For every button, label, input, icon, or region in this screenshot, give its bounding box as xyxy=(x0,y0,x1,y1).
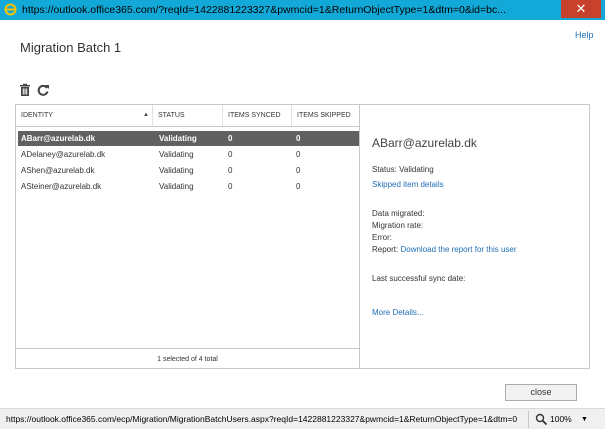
row-items-skipped: 0 xyxy=(296,134,301,143)
row-status: Validating xyxy=(159,182,194,191)
page-title: Migration Batch 1 xyxy=(20,40,122,55)
details-report-label: Report: xyxy=(372,245,399,254)
window-titlebar: https://outlook.office365.com/?reqId=142… xyxy=(0,0,605,20)
row-items-synced: 0 xyxy=(228,182,233,191)
details-user-name: ABarr@azurelab.dk xyxy=(372,136,477,150)
sort-ascending-icon: ▲ xyxy=(143,112,149,118)
window-close-button[interactable]: ✕ xyxy=(561,0,601,18)
zoom-control[interactable]: 100% ▼ xyxy=(528,411,605,428)
row-items-skipped: 0 xyxy=(296,166,301,175)
column-header-identity-label: IDENTITY xyxy=(21,112,53,119)
magnifier-icon xyxy=(535,413,548,426)
details-error: Error: xyxy=(372,233,392,242)
table-row[interactable]: ASteiner@azurelab.dk Validating 0 0 xyxy=(18,179,359,194)
row-identity: ABarr@azurelab.dk xyxy=(21,134,96,143)
download-report-link[interactable]: Download the report for this user xyxy=(400,245,516,254)
column-header-items-synced[interactable]: ITEMS SYNCED xyxy=(223,105,292,126)
details-data-migrated: Data migrated: xyxy=(372,209,425,218)
details-status: Status: Validating xyxy=(372,165,434,174)
zoom-level: 100% xyxy=(550,414,572,424)
more-details-link[interactable]: More Details... xyxy=(372,308,424,317)
toolbar xyxy=(18,83,58,97)
row-items-synced: 0 xyxy=(228,134,233,143)
refresh-icon[interactable] xyxy=(36,83,50,97)
ie-icon xyxy=(4,3,17,16)
details-migration-rate: Migration rate: xyxy=(372,221,424,230)
row-items-synced: 0 xyxy=(228,166,233,175)
column-header-status[interactable]: STATUS xyxy=(153,105,223,126)
grid-selection-count: 1 selected of 4 total xyxy=(16,348,359,369)
table-row[interactable]: ABarr@azurelab.dk Validating 0 0 xyxy=(18,131,359,146)
migration-users-grid: IDENTITY ▲ STATUS ITEMS SYNCED ITEMS SKI… xyxy=(15,104,360,369)
row-status: Validating xyxy=(159,150,194,159)
details-last-sync: Last successful sync date: xyxy=(372,274,466,283)
status-url: https://outlook.office365.com/ecp/Migrat… xyxy=(6,414,518,424)
details-pane: ABarr@azurelab.dk Status: Validating Ski… xyxy=(360,104,590,369)
skipped-item-details-link[interactable]: Skipped item details xyxy=(372,180,444,189)
row-status: Validating xyxy=(159,134,197,143)
row-items-skipped: 0 xyxy=(296,150,301,159)
close-button[interactable]: close xyxy=(505,384,577,401)
row-status: Validating xyxy=(159,166,194,175)
row-items-skipped: 0 xyxy=(296,182,301,191)
table-row[interactable]: AShen@azurelab.dk Validating 0 0 xyxy=(18,163,359,178)
column-header-identity[interactable]: IDENTITY xyxy=(16,105,153,126)
row-identity: ADelaney@azurelab.dk xyxy=(21,150,106,159)
help-link[interactable]: Help xyxy=(575,30,594,40)
column-header-items-skipped[interactable]: ITEMS SKIPPED xyxy=(292,105,359,126)
grid-header: IDENTITY ▲ STATUS ITEMS SYNCED ITEMS SKI… xyxy=(16,105,359,127)
row-items-synced: 0 xyxy=(228,150,233,159)
row-identity: AShen@azurelab.dk xyxy=(21,166,95,175)
table-row[interactable]: ADelaney@azurelab.dk Validating 0 0 xyxy=(18,147,359,162)
row-identity: ASteiner@azurelab.dk xyxy=(21,182,102,191)
details-report: Report: Download the report for this use… xyxy=(372,245,517,254)
trash-icon[interactable] xyxy=(18,83,32,97)
window-title: https://outlook.office365.com/?reqId=142… xyxy=(22,4,506,16)
chevron-down-icon: ▼ xyxy=(581,416,588,423)
browser-statusbar: https://outlook.office365.com/ecp/Migrat… xyxy=(0,408,605,429)
